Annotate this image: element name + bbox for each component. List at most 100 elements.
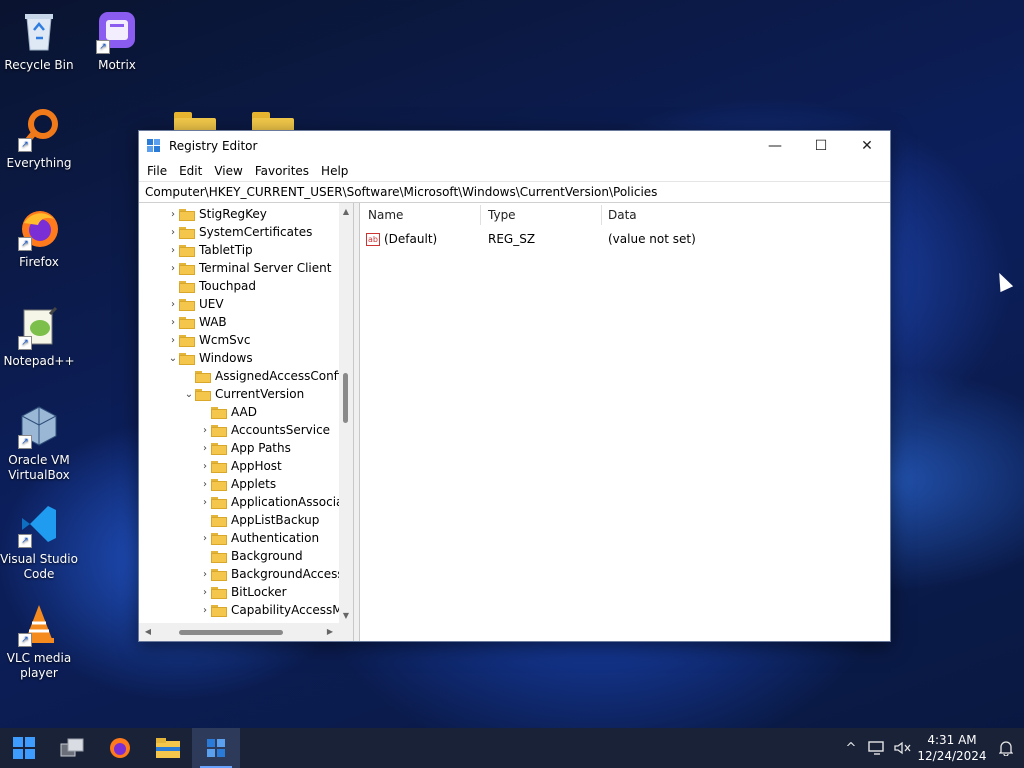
scroll-down-arrow-icon[interactable]: ▼ xyxy=(339,609,353,623)
folder-icon xyxy=(211,460,227,473)
expand-chevron-icon[interactable]: › xyxy=(167,259,179,277)
tree-node[interactable]: › BitLocker xyxy=(199,583,287,601)
menu-favorites[interactable]: Favorites xyxy=(249,164,315,178)
network-icon[interactable] xyxy=(864,728,890,768)
tree-horizontal-scrollbar[interactable]: ◀ ▶ xyxy=(139,623,353,641)
expand-chevron-icon[interactable]: › xyxy=(167,331,179,349)
scroll-right-arrow-icon[interactable]: ▶ xyxy=(323,623,337,641)
tree-node[interactable]: › ApplicationAssocia xyxy=(199,493,343,511)
taskbar-clock[interactable]: 4:31 AM 12/24/2024 xyxy=(916,732,988,764)
folder-icon xyxy=(211,424,227,437)
tree-node[interactable]: Background xyxy=(199,547,303,565)
expand-chevron-icon[interactable]: › xyxy=(199,421,211,439)
registry-key-tree[interactable]: › StigRegKey › SystemCertificates › TabletTip… xyxy=(139,203,354,641)
expand-chevron-icon[interactable]: › xyxy=(199,493,211,511)
values-list[interactable]: Name Type Data ab (Default) REG_SZ (valu… xyxy=(359,203,890,641)
expand-chevron-icon[interactable]: › xyxy=(199,601,211,619)
motrix-icon: ↗ xyxy=(94,8,140,54)
folder-icon xyxy=(179,280,195,293)
desktop-icon-notepadpp[interactable]: ↗ Notepad++ xyxy=(0,304,78,369)
scroll-thumb[interactable] xyxy=(179,630,283,635)
desktop-icon-vscode[interactable]: ↗ Visual Studio Code xyxy=(0,502,78,582)
expand-chevron-icon[interactable]: ⌄ xyxy=(183,385,195,403)
tree-node[interactable]: › CapabilityAccessMa xyxy=(199,601,350,619)
desktop-icon-vlc[interactable]: ↗ VLC media player xyxy=(0,601,78,681)
expand-chevron-icon[interactable]: ⌄ xyxy=(167,349,179,367)
notification-bell-icon[interactable] xyxy=(988,728,1024,768)
tree-node[interactable]: ⌄ Windows xyxy=(167,349,253,367)
scroll-left-arrow-icon[interactable]: ◀ xyxy=(141,623,155,641)
maximize-button[interactable]: ☐ xyxy=(798,131,844,161)
menu-file[interactable]: File xyxy=(141,164,173,178)
tree-node[interactable]: › AppHost xyxy=(199,457,282,475)
tree-node[interactable]: Touchpad xyxy=(167,277,256,295)
taskbar: ^ 4:31 AM 12/24/2024 xyxy=(0,728,1024,768)
title-bar[interactable]: Registry Editor — ☐ ✕ xyxy=(139,131,890,161)
recycle-bin-icon xyxy=(16,8,62,54)
expand-chevron-icon[interactable]: › xyxy=(199,529,211,547)
column-header-type[interactable]: Type xyxy=(488,203,598,227)
expand-chevron-icon[interactable]: › xyxy=(167,223,179,241)
start-button[interactable] xyxy=(0,728,48,768)
expand-chevron-icon[interactable]: › xyxy=(199,439,211,457)
shortcut-arrow-icon: ↗ xyxy=(18,336,32,350)
tree-node-label: App Paths xyxy=(231,441,291,455)
minimize-button[interactable]: — xyxy=(752,131,798,161)
menu-help[interactable]: Help xyxy=(315,164,354,178)
tree-node-label: WAB xyxy=(199,315,227,329)
tree-node[interactable]: ⌄ CurrentVersion xyxy=(183,385,304,403)
column-header-data[interactable]: Data xyxy=(608,203,758,227)
tree-node[interactable]: › SystemCertificates xyxy=(167,223,312,241)
expand-chevron-icon[interactable]: › xyxy=(167,295,179,313)
desktop-icon-virtualbox[interactable]: ↗ Oracle VM VirtualBox xyxy=(0,403,78,483)
tree-node[interactable]: › StigRegKey xyxy=(167,205,267,223)
column-header-name[interactable]: Name xyxy=(368,203,478,227)
tree-connector xyxy=(167,277,179,295)
desktop-icon-recycle-bin[interactable]: Recycle Bin xyxy=(0,8,78,73)
expand-chevron-icon[interactable]: › xyxy=(199,565,211,583)
folder-icon xyxy=(179,352,195,365)
task-view-button[interactable] xyxy=(48,728,96,768)
close-button[interactable]: ✕ xyxy=(844,131,890,161)
desktop-icon-motrix[interactable]: ↗ Motrix xyxy=(78,8,156,73)
tree-node[interactable]: AssignedAccessConfig xyxy=(183,367,349,385)
clock-time: 4:31 AM xyxy=(927,733,977,747)
tree-node[interactable]: › Applets xyxy=(199,475,276,493)
expand-chevron-icon[interactable]: › xyxy=(167,205,179,223)
volume-muted-icon[interactable] xyxy=(890,728,916,768)
tree-node[interactable]: › BackgroundAccess xyxy=(199,565,344,583)
taskbar-file-explorer-button[interactable] xyxy=(144,728,192,768)
tree-node[interactable]: › WAB xyxy=(167,313,227,331)
tree-vertical-scrollbar[interactable]: ▲ ▼ xyxy=(339,203,353,623)
shortcut-arrow-icon: ↗ xyxy=(18,237,32,251)
tree-node[interactable]: › TabletTip xyxy=(167,241,253,259)
show-hidden-icons-chevron-icon[interactable]: ^ xyxy=(838,728,864,768)
scroll-up-arrow-icon[interactable]: ▲ xyxy=(339,205,353,219)
expand-chevron-icon[interactable]: › xyxy=(199,457,211,475)
desktop-icon-everything[interactable]: ↗ Everything xyxy=(0,106,78,171)
taskbar-registry-editor-button[interactable] xyxy=(192,728,240,768)
folder-icon xyxy=(211,550,227,563)
tree-node[interactable]: › UEV xyxy=(167,295,224,313)
menu-view[interactable]: View xyxy=(208,164,248,178)
scroll-thumb[interactable] xyxy=(343,373,348,423)
value-row-name[interactable]: ab (Default) xyxy=(366,229,476,249)
tree-node[interactable]: › Authentication xyxy=(199,529,319,547)
desktop-icon-label: Recycle Bin xyxy=(4,58,74,72)
folder-icon xyxy=(211,478,227,491)
expand-chevron-icon[interactable]: › xyxy=(199,475,211,493)
desktop-icon-firefox[interactable]: ↗ Firefox xyxy=(0,205,78,270)
tree-node[interactable]: › AccountsService xyxy=(199,421,330,439)
tree-node[interactable]: › Terminal Server Client xyxy=(167,259,331,277)
menu-edit[interactable]: Edit xyxy=(173,164,208,178)
expand-chevron-icon[interactable]: › xyxy=(199,583,211,601)
taskbar-firefox-button[interactable] xyxy=(96,728,144,768)
tree-node[interactable]: AppListBackup xyxy=(199,511,319,529)
tree-node-label: ApplicationAssocia xyxy=(231,495,344,509)
expand-chevron-icon[interactable]: › xyxy=(167,241,179,259)
tree-node[interactable]: › WcmSvc xyxy=(167,331,250,349)
expand-chevron-icon[interactable]: › xyxy=(167,313,179,331)
tree-node[interactable]: AAD xyxy=(199,403,257,421)
tree-node[interactable]: › App Paths xyxy=(199,439,291,457)
address-bar[interactable]: Computer\HKEY_CURRENT_USER\Software\Micr… xyxy=(139,181,890,203)
